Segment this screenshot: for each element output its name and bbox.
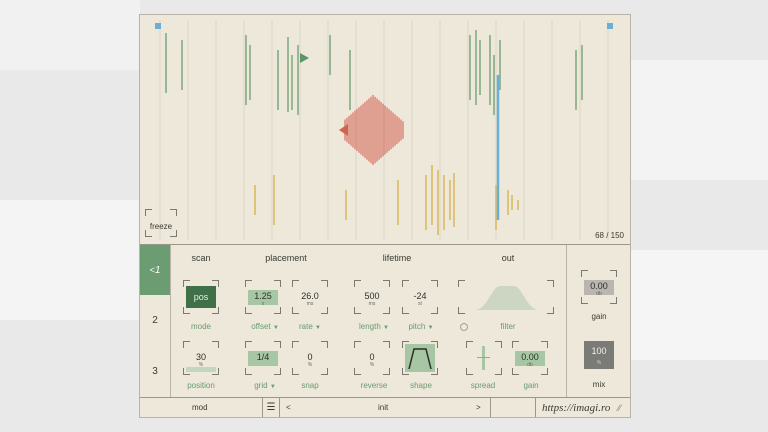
chevron-down-icon: ▼ bbox=[427, 325, 434, 331]
tab-1[interactable]: <1 bbox=[140, 245, 170, 295]
spread-knob[interactable] bbox=[466, 341, 502, 375]
grain-counter: 68 / 150 bbox=[595, 231, 624, 240]
grid-label[interactable]: grid ▼ bbox=[254, 381, 276, 390]
section-placement-title: placement bbox=[265, 253, 307, 263]
out-gain-label: gain bbox=[523, 381, 539, 390]
snap-label: snap bbox=[301, 381, 319, 390]
chevron-down-icon: ▼ bbox=[315, 325, 321, 331]
preset-save-slot[interactable] bbox=[490, 398, 536, 417]
mode-knob[interactable]: pos bbox=[183, 280, 219, 314]
filter-toggle-icon[interactable] bbox=[460, 323, 468, 331]
filter-label: filter bbox=[500, 322, 516, 331]
snap-knob[interactable]: 0% bbox=[292, 341, 328, 375]
rate-label[interactable]: rate ▼ bbox=[299, 322, 321, 331]
website-link[interactable]: https://imagi.ro bbox=[542, 398, 610, 417]
shape-knob[interactable] bbox=[402, 341, 438, 375]
pitch-knob[interactable]: -24 st bbox=[402, 280, 438, 314]
chevron-down-icon: ▼ bbox=[272, 325, 279, 331]
freeze-label: freeze bbox=[149, 222, 173, 231]
section-lifetime-title: lifetime bbox=[382, 253, 412, 263]
plugin-window: freeze 68 / 150 <1 2 3 scan placement li… bbox=[139, 14, 631, 418]
freeze-button[interactable]: freeze bbox=[145, 209, 177, 237]
divider bbox=[566, 245, 567, 398]
reverse-knob[interactable]: 0% bbox=[354, 341, 390, 375]
chevron-down-icon: ▼ bbox=[383, 325, 389, 331]
mix-knob[interactable]: 100% bbox=[581, 338, 617, 372]
background-tile bbox=[0, 200, 140, 320]
tab-3[interactable]: 3 bbox=[140, 347, 170, 397]
length-label[interactable]: length ▼ bbox=[359, 322, 389, 331]
control-panel: <1 2 3 scan placement lifetime out pos m… bbox=[140, 244, 630, 398]
pitch-label[interactable]: pitch ▼ bbox=[408, 322, 433, 331]
scan-position-marker bbox=[300, 53, 309, 63]
tab-2[interactable]: 2 bbox=[140, 296, 170, 346]
mod-tabs: <1 2 3 bbox=[140, 245, 171, 398]
section-scan-title: scan bbox=[191, 253, 211, 263]
mod-button[interactable]: mod bbox=[192, 398, 208, 417]
preset-name[interactable]: init bbox=[378, 398, 388, 417]
rate-knob[interactable]: 26.0 ms bbox=[292, 280, 328, 314]
filter-display[interactable] bbox=[458, 280, 554, 314]
offset-label[interactable]: offset ▼ bbox=[251, 322, 279, 331]
background-tile bbox=[630, 250, 768, 360]
bottom-bar: mod ☰ < init > https://imagi.ro ⁄⁄ bbox=[140, 397, 630, 417]
offset-knob[interactable]: 1.25 x bbox=[245, 280, 281, 314]
resize-handle-icon[interactable]: ⁄⁄ bbox=[618, 398, 621, 417]
background-tile bbox=[630, 60, 768, 180]
mode-label: mode bbox=[190, 322, 212, 331]
loop-start-handle[interactable] bbox=[155, 23, 161, 29]
preset-next-button[interactable]: > bbox=[476, 398, 481, 417]
shape-label: shape bbox=[410, 381, 432, 390]
grid-knob[interactable]: 1/4 bbox=[245, 341, 281, 375]
length-knob[interactable]: 500 ms bbox=[354, 280, 390, 314]
reverse-label: reverse bbox=[360, 381, 388, 390]
mix-label: mix bbox=[592, 380, 606, 389]
grain-canvas bbox=[155, 20, 613, 240]
position-knob[interactable]: 30% bbox=[183, 341, 219, 375]
preset-prev-button[interactable]: < bbox=[286, 398, 291, 417]
out-gain-knob[interactable]: 0.00 db bbox=[512, 341, 548, 375]
section-out-title: out bbox=[501, 253, 515, 263]
grain-position-marker bbox=[339, 124, 348, 136]
position-label: position bbox=[187, 381, 215, 390]
master-gain-knob[interactable]: 0.00 db bbox=[581, 270, 617, 304]
chevron-down-icon: ▼ bbox=[269, 384, 276, 390]
grain-visualizer[interactable]: freeze 68 / 150 bbox=[140, 15, 630, 244]
master-gain-label: gain bbox=[591, 312, 607, 321]
spread-label: spread bbox=[470, 381, 496, 390]
envelope-shape-icon bbox=[405, 344, 435, 372]
loop-end-handle[interactable] bbox=[607, 23, 613, 29]
background-tile bbox=[0, 0, 140, 70]
menu-icon[interactable]: ☰ bbox=[262, 398, 280, 417]
filter-curve bbox=[476, 286, 538, 310]
